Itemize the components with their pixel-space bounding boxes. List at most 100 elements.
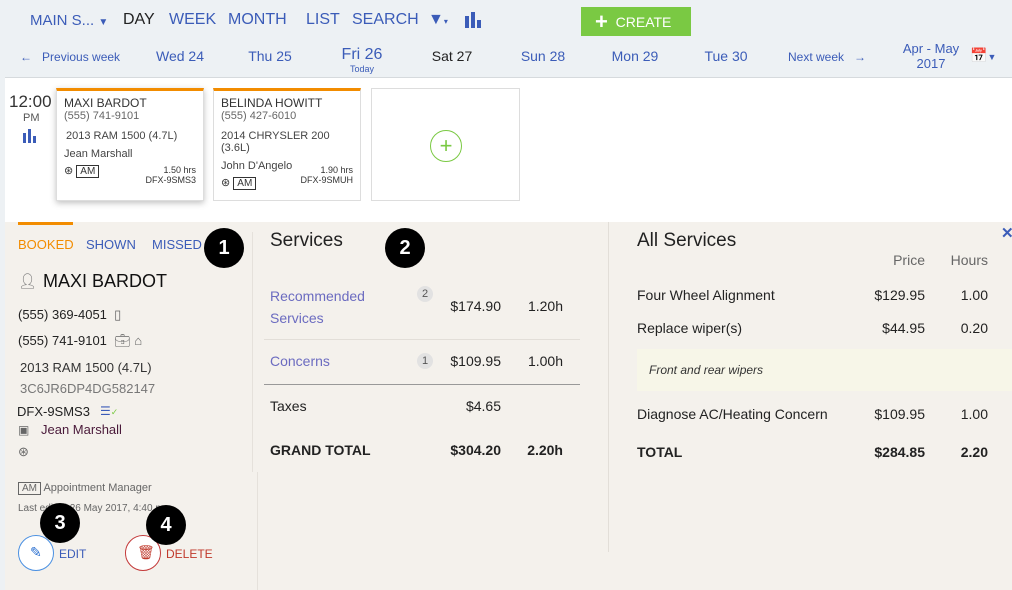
annotation-badge: 1 — [204, 228, 244, 268]
tag-number: DFX-9SMS3 — [17, 404, 90, 419]
grand-total-price: $304.20 — [425, 442, 501, 458]
customer-name: MAXI BARDOT — [43, 271, 167, 292]
date-range: Apr - May2017 — [896, 41, 966, 71]
steering-wheel-icon: ⊛ — [18, 444, 29, 460]
day-calendar: 12:00 PM MAXI BARDOT (555) 741-9101 2013… — [5, 77, 1012, 222]
arrow-left-icon: ← — [20, 50, 32, 64]
filter-icon[interactable]: ▼▾ — [428, 11, 448, 29]
day-wed[interactable]: Wed 24 — [150, 48, 210, 64]
duration: 1.50 hrs — [145, 165, 196, 175]
total-hours: 2.20 — [930, 444, 988, 460]
phone-number: (555) 741-9101 — [18, 333, 107, 348]
tag-number: DFX-9SMS3 — [145, 175, 196, 185]
price: $174.90 — [425, 298, 501, 314]
source-badge: AM — [76, 165, 99, 178]
mobile-phone[interactable]: (555) 369-4051 ▯ — [18, 307, 121, 323]
delete-label[interactable]: DELETE — [166, 547, 213, 561]
view-day[interactable]: DAY — [123, 11, 155, 29]
time-ampm: PM — [23, 112, 40, 124]
home-icon: ⌂ — [134, 333, 142, 348]
calendar-picker[interactable]: 📅▼ — [970, 47, 996, 64]
hours-header: Hours — [930, 252, 988, 268]
appointment-card[interactable]: MAXI BARDOT (555) 741-9101 2013 RAM 1500… — [56, 88, 204, 201]
grand-total-label: GRAND TOTAL — [270, 442, 371, 458]
tag-number: DFX-9SMUH — [300, 175, 353, 185]
tab-booked[interactable]: BOOKED — [18, 237, 74, 252]
view-list[interactable]: LIST — [306, 11, 340, 29]
day-thu[interactable]: Thu 25 — [240, 48, 300, 64]
services-title: Services — [270, 230, 343, 252]
service-hours: 0.20 — [930, 320, 988, 336]
add-icon[interactable]: + — [430, 130, 462, 162]
tab-missed[interactable]: MISSED — [152, 237, 202, 252]
price: $109.95 — [425, 353, 501, 369]
appointment-card[interactable]: BELINDA HOWITT (555) 427-6010 2014 CHRYS… — [213, 88, 361, 201]
price-header: Price — [845, 252, 925, 268]
service-name: Diagnose AC/Heating Concern — [637, 406, 828, 422]
location-select[interactable]: MAIN S... ▼ — [30, 12, 108, 29]
previous-week-link[interactable]: ← Previous week — [20, 50, 120, 64]
service-price: $44.95 — [845, 320, 925, 336]
vehicle: 2013 RAM 1500 (4.7L) — [20, 360, 152, 375]
previous-week-label: Previous week — [42, 50, 120, 64]
edit-button[interactable]: ✎ — [18, 535, 54, 571]
stats-icon[interactable] — [465, 12, 481, 28]
pencil-icon: ✎ — [30, 544, 42, 561]
create-button[interactable]: + CREATE — [581, 7, 691, 36]
advisor: Jean Marshall — [41, 422, 122, 437]
day-sun[interactable]: Sun 28 — [513, 48, 573, 64]
service-hours: 1.00 — [930, 287, 988, 303]
taxes: $4.65 — [425, 398, 501, 414]
next-week-link[interactable]: Next week → — [788, 50, 866, 64]
hours: 1.00h — [505, 353, 563, 369]
create-label: CREATE — [616, 14, 672, 30]
person-icon: 👤︎ — [18, 272, 37, 290]
customer-name: MAXI BARDOT — [64, 96, 196, 110]
calendar-icon: 📅 — [970, 47, 987, 63]
view-month[interactable]: MONTH — [228, 11, 287, 29]
duration: 1.90 hrs — [300, 165, 353, 175]
day-fri[interactable]: Fri 26 — [330, 46, 394, 64]
work-phone[interactable]: (555) 741-9101 💼︎ ⌂ — [18, 333, 142, 349]
steering-wheel-icon: ⊛ — [221, 177, 230, 189]
service-name: Four Wheel Alignment — [637, 287, 775, 303]
service-note: Front and rear wipers — [637, 349, 1012, 391]
database-check-icon[interactable]: ☰✓ — [100, 404, 118, 418]
steering-wheel-icon: ⊛ — [64, 165, 73, 177]
concerns-link[interactable]: Concerns — [270, 353, 330, 369]
service-name: Replace wiper(s) — [637, 320, 742, 336]
service-hours: 1.00 — [930, 406, 988, 422]
time-slot: 12:00 — [9, 92, 52, 112]
plus-icon: + — [595, 9, 608, 34]
tab-shown[interactable]: SHOWN — [86, 237, 136, 252]
stats-icon[interactable] — [23, 129, 37, 143]
all-services-title: All Services — [637, 230, 736, 252]
advisor: Jean Marshall — [64, 148, 196, 160]
recommended-services-link[interactable]: Recommended Services — [270, 285, 380, 329]
caret-down-icon: ▼ — [987, 52, 996, 62]
view-week[interactable]: WEEK — [169, 11, 216, 29]
close-icon[interactable]: ✕ — [1001, 224, 1012, 242]
total-price: $284.85 — [845, 444, 925, 460]
caret-down-icon: ▼ — [98, 17, 108, 28]
view-search[interactable]: SEARCH — [352, 11, 419, 29]
customer-phone: (555) 427-6010 — [221, 110, 353, 122]
day-mon[interactable]: Mon 29 — [605, 48, 665, 64]
mobile-icon: ▯ — [114, 307, 121, 322]
day-sat[interactable]: Sat 27 — [422, 48, 482, 64]
phone-number: (555) 369-4051 — [18, 307, 107, 322]
trash-icon: 🗑︎ — [137, 544, 155, 561]
edit-label[interactable]: EDIT — [59, 547, 86, 561]
total-label: TOTAL — [637, 444, 682, 460]
service-price: $109.95 — [845, 406, 925, 422]
today-label: Today — [330, 64, 394, 74]
next-week-label: Next week — [788, 50, 844, 64]
customer-name: BELINDA HOWITT — [221, 96, 353, 110]
vehicle: 2014 CHRYSLER 200 (3.6L) — [221, 130, 353, 154]
customer-phone: (555) 741-9101 — [64, 110, 196, 122]
taxes-label: Taxes — [270, 398, 307, 414]
briefcase-icon: 💼︎ — [114, 333, 131, 348]
arrow-right-icon: → — [854, 50, 866, 64]
day-tue[interactable]: Tue 30 — [696, 48, 756, 64]
add-appointment-slot[interactable]: + — [371, 88, 520, 201]
